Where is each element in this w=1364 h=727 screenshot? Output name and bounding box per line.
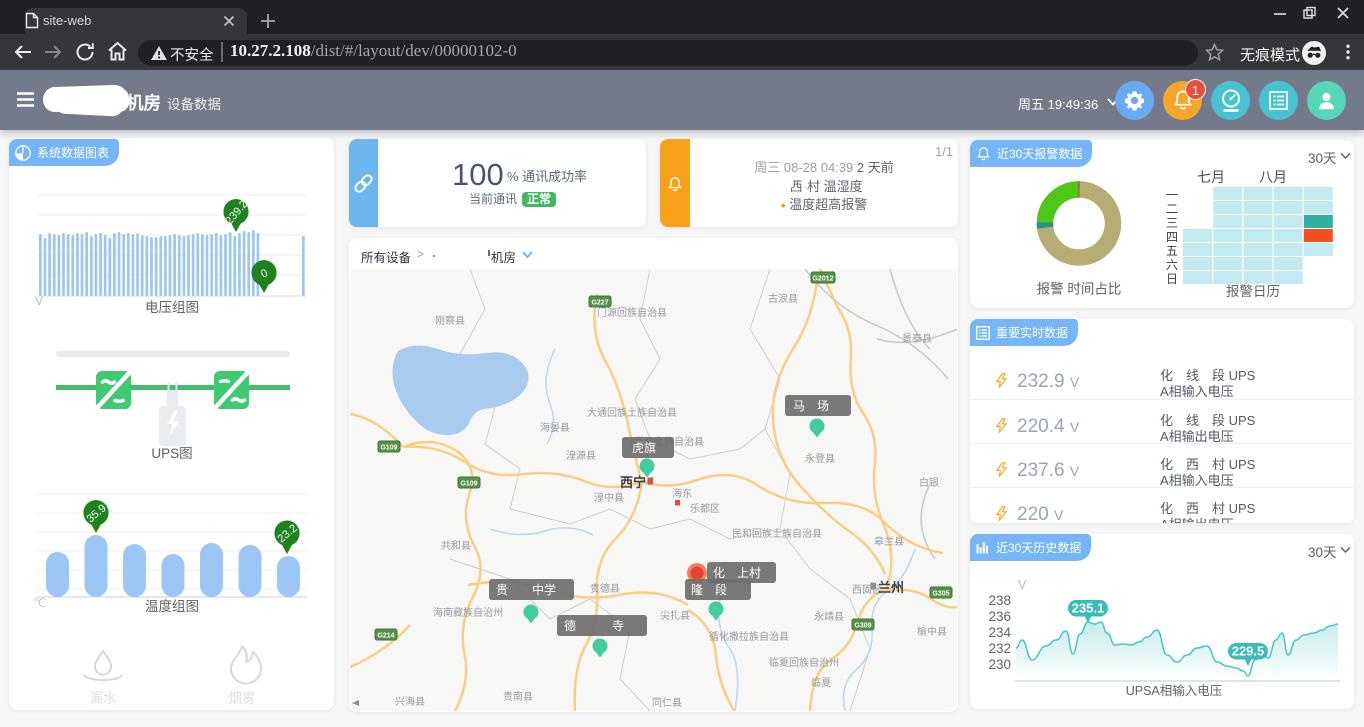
svg-text:日: 日 [1166,272,1178,286]
svg-text:马 场: 马 场 [793,399,829,413]
svg-text:民和回族土族自治县: 民和回族土族自治县 [732,527,822,540]
svg-text:永登县: 永登县 [805,452,835,465]
svg-text:G2012: G2012 [812,276,833,283]
svg-text:景泰县: 景泰县 [902,332,932,345]
svg-text:235.1: 235.1 [1072,601,1105,616]
svg-text:四: 四 [1166,230,1178,244]
svg-text:三: 三 [1166,216,1178,230]
svg-text:榆中县: 榆中县 [917,625,947,638]
svg-text:海南藏族自治州: 海南藏族自治州 [433,606,503,619]
svg-text:湟中县: 湟中县 [594,491,624,504]
svg-text:G309: G309 [854,623,871,630]
svg-text:贵 中学: 贵 中学 [496,582,556,597]
svg-text:贵南县: 贵南县 [503,690,533,703]
svg-text:共和县: 共和县 [441,540,471,552]
svg-text:G227: G227 [591,300,608,307]
svg-text:230: 230 [988,657,1011,672]
svg-text:虎旗: 虎旗 [632,440,656,455]
svg-text:234: 234 [988,625,1011,640]
svg-text:隆 段: 隆 段 [691,582,727,597]
svg-text:白银: 白银 [919,476,939,489]
svg-text:兰州: 兰州 [878,580,904,595]
svg-text:G109: G109 [380,445,397,452]
svg-text:循化撒拉族自治县: 循化撒拉族自治县 [709,630,789,643]
svg-text:电压组图: 电压组图 [145,300,199,315]
svg-text:门源回族自治县: 门源回族自治县 [597,306,667,319]
svg-text:G214: G214 [377,633,394,640]
svg-text:229.5: 229.5 [1232,644,1265,659]
svg-text:尖扎县: 尖扎县 [660,609,690,622]
svg-text:报警 时间占比: 报警 时间占比 [1037,282,1122,297]
svg-text:V: V [1018,578,1027,592]
svg-text:同仁县: 同仁县 [652,697,682,709]
svg-text:贵德县: 贵德县 [590,582,620,595]
svg-text:临夏: 临夏 [811,676,831,689]
svg-text:五: 五 [1166,244,1178,258]
svg-text:大通回族土族自治县: 大通回族土族自治县 [587,406,677,419]
svg-text:℃: ℃ [33,596,46,610]
svg-text:238: 238 [988,593,1011,608]
svg-text:刚察县: 刚察县 [435,314,465,327]
svg-text:乐都区: 乐都区 [690,503,720,515]
svg-text:232: 232 [988,641,1011,656]
svg-text:永靖县: 永靖县 [814,610,844,623]
svg-text:236: 236 [988,609,1011,624]
svg-text:海晏县: 海晏县 [540,421,570,434]
svg-text:化 上村: 化 上村 [713,566,761,580]
svg-text:临夏回族自治州: 临夏回族自治州 [769,656,839,669]
svg-text:八月: 八月 [1259,169,1287,185]
svg-text:V: V [35,294,43,308]
svg-text:温度组图: 温度组图 [145,599,199,614]
svg-text:一: 一 [1166,188,1178,202]
svg-text:六: 六 [1166,258,1178,272]
svg-text:UPS图: UPS图 [151,446,192,461]
svg-text:西宁: 西宁 [620,475,646,490]
svg-text:G305: G305 [932,591,949,598]
svg-text:报警日历: 报警日历 [1226,284,1280,299]
svg-text:G109: G109 [460,481,477,488]
svg-text:湟源县: 湟源县 [566,449,596,462]
svg-text:烟雾: 烟雾 [229,691,256,706]
svg-text:七月: 七月 [1197,169,1225,185]
svg-text:二: 二 [1166,202,1178,216]
svg-text:皋兰县: 皋兰县 [874,535,904,548]
svg-text:兴海县: 兴海县 [395,695,425,708]
svg-text:德 寺: 德 寺 [564,618,624,633]
svg-text:UPSA相输入电压: UPSA相输入电压 [1126,683,1223,698]
svg-text:海东: 海东 [672,487,692,500]
svg-text:漏水: 漏水 [90,691,117,706]
svg-text:古浪县: 古浪县 [768,292,798,305]
